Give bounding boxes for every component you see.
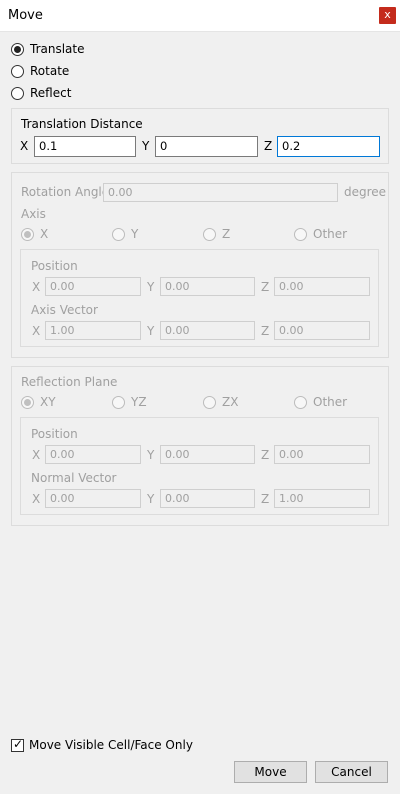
radio-checked-icon bbox=[21, 227, 34, 241]
axis-vector-y-input[interactable]: 0.00 bbox=[160, 321, 255, 340]
radio-checked-icon bbox=[11, 42, 24, 56]
close-button[interactable]: x bbox=[379, 7, 396, 24]
radio-icon bbox=[11, 86, 24, 100]
mode-rotate-radio[interactable]: Rotate bbox=[11, 63, 69, 79]
rotation-position-x-label: X bbox=[32, 280, 41, 294]
plane-yz-radio[interactable]: YZ bbox=[112, 394, 147, 410]
close-icon: x bbox=[384, 8, 391, 21]
move-button[interactable]: Move bbox=[234, 761, 307, 783]
rotation-position-y-label: Y bbox=[147, 280, 155, 294]
reflection-group: Reflection Plane XY YZ ZX Other Position… bbox=[11, 366, 389, 526]
rotation-position-z-label: Z bbox=[261, 280, 270, 294]
reflection-position-y-input[interactable]: 0.00 bbox=[160, 445, 255, 464]
plane-option-label: YZ bbox=[131, 395, 147, 409]
axis-vector-label: Axis Vector bbox=[31, 303, 98, 317]
rotation-position-z-input[interactable]: 0.00 bbox=[274, 277, 370, 296]
axis-vector-x-label: X bbox=[32, 324, 41, 338]
normal-vector-y-input[interactable]: 0.00 bbox=[160, 489, 255, 508]
radio-icon bbox=[203, 395, 216, 409]
plane-zx-radio[interactable]: ZX bbox=[203, 394, 238, 410]
radio-checked-icon bbox=[21, 395, 34, 409]
radio-icon bbox=[11, 64, 24, 78]
reflection-position-label: Position bbox=[31, 427, 78, 441]
window-title: Move bbox=[8, 8, 43, 23]
normal-vector-y-label: Y bbox=[147, 492, 155, 506]
translation-y-input[interactable]: 0 bbox=[155, 136, 258, 157]
reflection-position-x-label: X bbox=[32, 448, 41, 462]
reflection-plane-subgroup: Position X 0.00 Y 0.00 Z 0.00 Normal Vec… bbox=[20, 417, 379, 515]
mode-reflect-label: Reflect bbox=[30, 86, 72, 100]
reflection-position-z-label: Z bbox=[261, 448, 270, 462]
axis-x-radio[interactable]: X bbox=[21, 226, 48, 242]
check-icon: ✓ bbox=[13, 737, 24, 751]
axis-y-radio[interactable]: Y bbox=[112, 226, 138, 242]
radio-icon bbox=[294, 227, 307, 241]
mode-rotate-label: Rotate bbox=[30, 64, 70, 78]
radio-icon bbox=[203, 227, 216, 241]
axis-other-radio[interactable]: Other bbox=[294, 226, 347, 242]
reflection-position-x-input[interactable]: 0.00 bbox=[45, 445, 141, 464]
radio-icon bbox=[294, 395, 307, 409]
axis-label: Axis bbox=[21, 207, 46, 221]
axis-vector-z-label: Z bbox=[261, 324, 270, 338]
rotation-axis-subgroup: Position X 0.00 Y 0.00 Z 0.00 Axis Vecto… bbox=[20, 249, 379, 347]
translation-x-input[interactable]: 0.1 bbox=[34, 136, 136, 157]
rotation-position-x-input[interactable]: 0.00 bbox=[45, 277, 141, 296]
cancel-button[interactable]: Cancel bbox=[315, 761, 388, 783]
radio-icon bbox=[112, 395, 125, 409]
reflection-position-y-label: Y bbox=[147, 448, 155, 462]
rotation-angle-input[interactable]: 0.00 bbox=[103, 183, 338, 202]
normal-vector-z-input[interactable]: 1.00 bbox=[274, 489, 370, 508]
mode-reflect-radio[interactable]: Reflect bbox=[11, 85, 71, 101]
plane-other-radio[interactable]: Other bbox=[294, 394, 347, 410]
reflection-position-z-input[interactable]: 0.00 bbox=[274, 445, 370, 464]
axis-vector-z-input[interactable]: 0.00 bbox=[274, 321, 370, 340]
translation-x-label: X bbox=[20, 139, 29, 153]
plane-xy-radio[interactable]: XY bbox=[21, 394, 56, 410]
translation-z-input[interactable]: 0.2 bbox=[277, 136, 380, 157]
axis-vector-y-label: Y bbox=[147, 324, 155, 338]
translation-y-label: Y bbox=[142, 139, 150, 153]
translation-group: Translation Distance X 0.1 Y 0 Z 0.2 bbox=[11, 108, 389, 164]
normal-vector-x-label: X bbox=[32, 492, 41, 506]
normal-vector-z-label: Z bbox=[261, 492, 270, 506]
plane-option-label: XY bbox=[40, 395, 56, 409]
axis-option-label: Y bbox=[131, 227, 139, 241]
title-bar: Move x bbox=[0, 0, 400, 32]
axis-option-label: X bbox=[40, 227, 49, 241]
translation-distance-label: Translation Distance bbox=[21, 117, 143, 131]
visible-only-checkbox[interactable]: ✓ bbox=[11, 737, 24, 752]
axis-vector-x-input[interactable]: 1.00 bbox=[45, 321, 141, 340]
axis-option-label: Other bbox=[313, 227, 348, 241]
normal-vector-x-input[interactable]: 0.00 bbox=[45, 489, 141, 508]
translation-z-label: Z bbox=[264, 139, 273, 153]
radio-icon bbox=[112, 227, 125, 241]
normal-vector-label: Normal Vector bbox=[31, 471, 117, 485]
rotation-angle-unit: degree bbox=[344, 185, 387, 199]
axis-option-label: Z bbox=[222, 227, 231, 241]
plane-option-label: ZX bbox=[222, 395, 239, 409]
mode-translate-radio[interactable]: Translate bbox=[11, 41, 85, 57]
rotation-position-y-input[interactable]: 0.00 bbox=[160, 277, 255, 296]
mode-translate-label: Translate bbox=[30, 42, 85, 56]
rotation-position-label: Position bbox=[31, 259, 78, 273]
rotation-group: Rotation Angle 0.00 degree Axis X Y Z Ot… bbox=[11, 172, 389, 358]
reflection-plane-label: Reflection Plane bbox=[21, 375, 118, 389]
axis-z-radio[interactable]: Z bbox=[203, 226, 230, 242]
rotation-angle-label: Rotation Angle bbox=[21, 185, 110, 199]
visible-only-label: Move Visible Cell/Face Only bbox=[29, 738, 193, 752]
plane-option-label: Other bbox=[313, 395, 348, 409]
